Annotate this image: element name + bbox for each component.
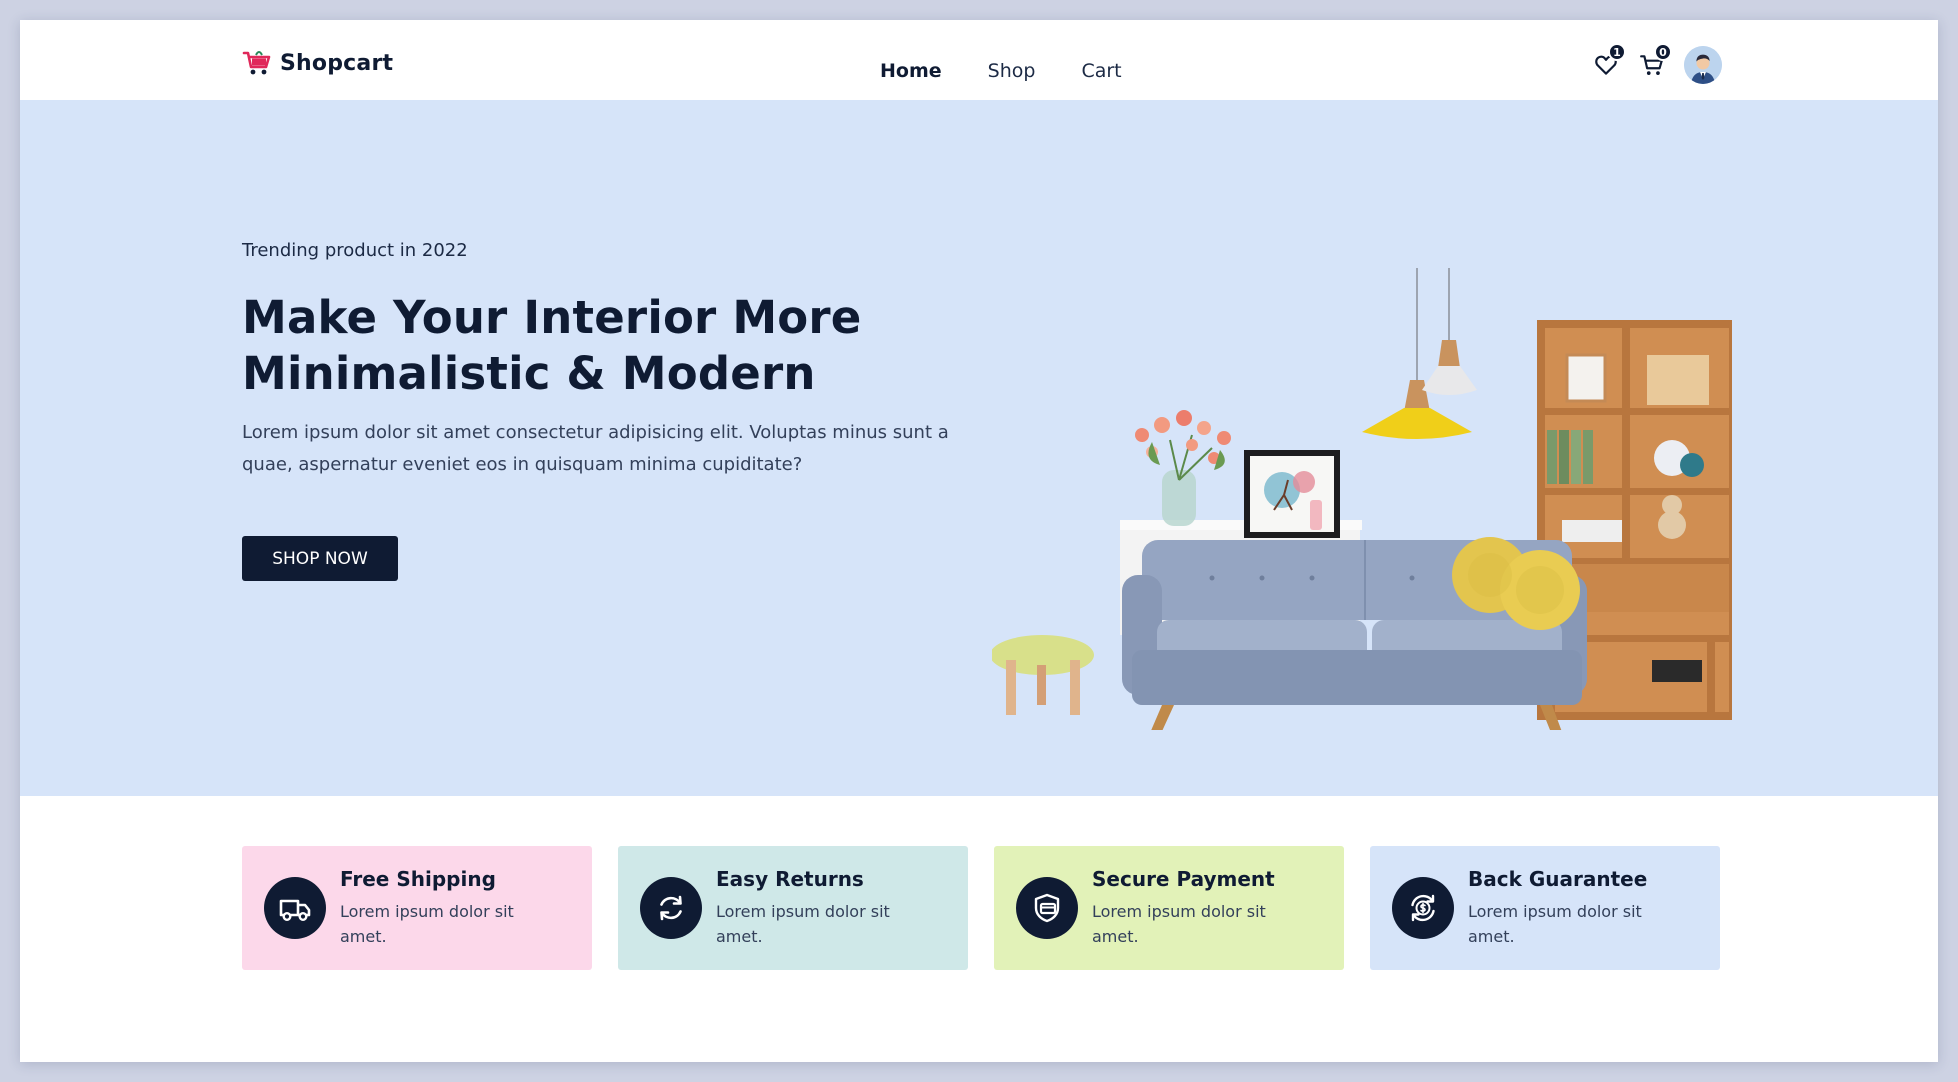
feature-icon-badge xyxy=(640,877,702,939)
refresh-icon xyxy=(660,895,682,921)
feature-title: Free Shipping xyxy=(340,867,496,891)
money-back-icon xyxy=(1411,894,1435,922)
hero-furniture-image xyxy=(992,268,1732,730)
nav-item-cart: Cart xyxy=(1081,60,1121,82)
user-avatar[interactable] xyxy=(1684,46,1722,84)
wishlist-button[interactable]: 1 xyxy=(1588,43,1626,83)
navbar: Shopcart Home Shop Cart 1 0 xyxy=(20,20,1938,100)
feature-icon-badge xyxy=(264,877,326,939)
cart-count-badge: 0 xyxy=(1654,43,1672,61)
feature-icon-badge xyxy=(1392,877,1454,939)
nav-link-home[interactable]: Home xyxy=(880,60,942,82)
nav-item-home: Home xyxy=(880,60,942,82)
hero-eyebrow: Trending product in 2022 xyxy=(242,240,468,261)
feature-text: Lorem ipsum dolor sit amet. xyxy=(1468,902,1642,946)
secure-card-icon xyxy=(1034,893,1060,923)
feature-title: Back Guarantee xyxy=(1468,867,1648,891)
nav-actions: 1 0 xyxy=(1588,43,1722,84)
wishlist-count-badge: 1 xyxy=(1608,43,1626,61)
shop-now-button[interactable]: SHOP NOW xyxy=(242,536,398,581)
nav-link-shop[interactable]: Shop xyxy=(988,60,1036,82)
feature-text: Lorem ipsum dolor sit amet. xyxy=(716,902,890,946)
nav-link-cart[interactable]: Cart xyxy=(1081,60,1121,82)
shopping-cart-icon xyxy=(242,51,271,75)
feature-card-back-guarantee: Back Guarantee Lorem ipsum dolor sit ame… xyxy=(1370,846,1720,970)
feature-title: Easy Returns xyxy=(716,867,864,891)
cart-button[interactable]: 0 xyxy=(1634,43,1672,83)
brand-logo[interactable]: Shopcart xyxy=(242,48,393,78)
feature-title: Secure Payment xyxy=(1092,867,1275,891)
feature-card-free-shipping: Free Shipping Lorem ipsum dolor sit amet… xyxy=(242,846,592,970)
features-section: Free Shipping Lorem ipsum dolor sit amet… xyxy=(242,846,1720,970)
hero-title-line-2: Minimalistic & Modern xyxy=(242,347,816,400)
browser-page: Shopcart Home Shop Cart 1 0 Trending pro… xyxy=(20,20,1938,1062)
hero-title: Make Your Interior More Minimalistic & M… xyxy=(242,290,1002,402)
main-nav: Home Shop Cart xyxy=(880,60,1122,82)
nav-item-shop: Shop xyxy=(988,60,1036,82)
feature-text: Lorem ipsum dolor sit amet. xyxy=(1092,902,1266,946)
feature-text: Lorem ipsum dolor sit amet. xyxy=(340,902,514,946)
brand-name: Shopcart xyxy=(280,50,394,76)
feature-card-secure-payment: Secure Payment Lorem ipsum dolor sit ame… xyxy=(994,846,1344,970)
user-avatar-icon xyxy=(1684,46,1722,84)
truck-icon xyxy=(279,899,311,922)
hero-description: Lorem ipsum dolor sit amet consectetur a… xyxy=(242,422,949,475)
feature-icon-badge xyxy=(1016,877,1078,939)
hero-section: Trending product in 2022 Make Your Inter… xyxy=(20,100,1938,796)
feature-card-easy-returns: Easy Returns Lorem ipsum dolor sit amet. xyxy=(618,846,968,970)
hero-title-line-1: Make Your Interior More xyxy=(242,291,862,344)
